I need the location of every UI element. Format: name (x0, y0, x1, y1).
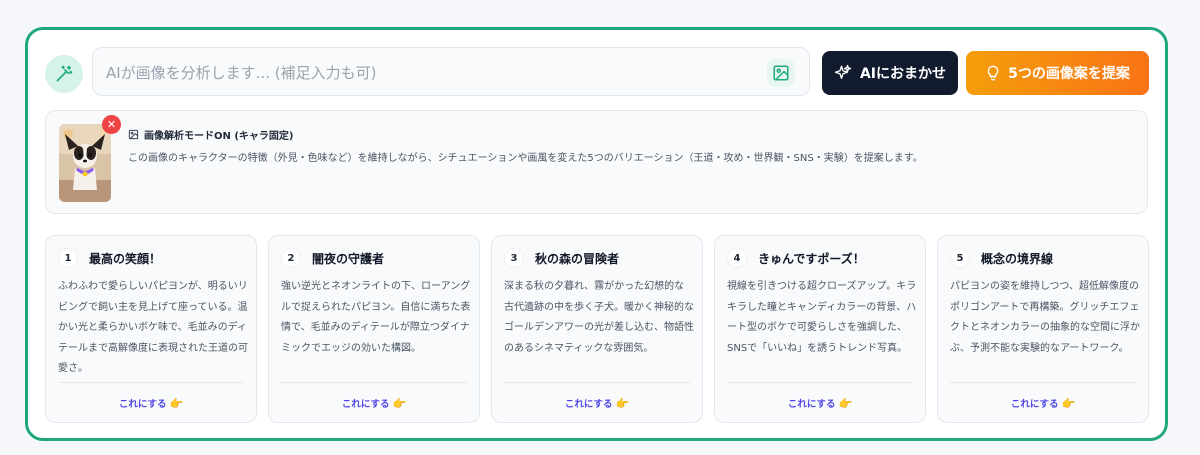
card-title: 概念の境界線 (981, 252, 1054, 266)
image-icon (773, 65, 789, 81)
card-number: 2 (281, 248, 301, 268)
choose-this-button[interactable]: これにする 👉 (492, 396, 702, 410)
suggest-five-button[interactable]: 5つの画像案を提案 (966, 51, 1149, 95)
choose-this-label: これにする (787, 399, 836, 410)
card-description: 深まる秋の夕暮れ、霧がかった幻想的な古代遺跡の中を歩く子犬。暖かく神秘的なゴール… (504, 281, 694, 354)
choose-this-label: これにする (564, 399, 613, 410)
card-title: きゅんですポーズ！ (758, 252, 865, 266)
analysis-mode-title-text: 画像解析モードON (キャラ固定) (144, 131, 294, 142)
image-icon (128, 129, 139, 140)
choose-this-label: これにする (118, 399, 167, 410)
image-analysis-info: ✕ 画像解析モードON (キャラ固定) この画像のキャラクターの特徴（外見・色味… (45, 110, 1148, 214)
card-title: 最高の笑顔！ (89, 252, 162, 266)
image-upload-button[interactable] (767, 59, 795, 87)
choose-this-button[interactable]: これにする 👉 (269, 396, 479, 410)
suggest-five-label: 5つの画像案を提案 (1008, 66, 1130, 82)
search-placeholder: AIが画像を分析します... (補足入力も可) (106, 64, 377, 82)
card-divider (281, 382, 467, 383)
pointing-hand-icon: 👉 (169, 397, 184, 410)
card-number: 4 (727, 248, 747, 268)
card-divider (727, 382, 913, 383)
choose-this-label: これにする (1010, 399, 1059, 410)
ai-auto-label: AIにおまかせ (859, 66, 947, 82)
idea-card[interactable]: 1 最高の笑顔！ ふわふわで愛らしいパピヨンが、明るいリビングで飼い主を見上げて… (45, 235, 257, 423)
card-number: 1 (58, 248, 78, 268)
card-number: 3 (504, 248, 524, 268)
idea-card[interactable]: 5 概念の境界線 パピヨンの姿を維持しつつ、超低解像度のポリゴンアートで再構築。… (937, 235, 1149, 423)
analysis-mode-title: 画像解析モードON (キャラ固定) (128, 127, 294, 142)
choose-this-button[interactable]: これにする 👉 (715, 396, 925, 410)
card-divider (58, 382, 244, 383)
prompt-panel: AIが画像を分析します... (補足入力も可) AIにおまかせ 5つの画像案を提… (25, 27, 1168, 441)
choose-this-button[interactable]: これにする 👉 (938, 396, 1148, 410)
card-description: ふわふわで愛らしいパピヨンが、明るいリビングで飼い主を見上げて座っている。温かい… (58, 281, 248, 374)
card-description: 視線を引きつける超クローズアップ。キラキラした瞳とキャンディカラーの背景、ハート… (727, 281, 917, 354)
card-description: パピヨンの姿を維持しつつ、超低解像度のポリゴンアートで再構築。グリッチエフェクト… (950, 281, 1140, 354)
choose-this-label: これにする (341, 399, 390, 410)
card-divider (950, 382, 1136, 383)
sparkles-icon (834, 64, 852, 79)
card-number: 5 (950, 248, 970, 268)
card-title: 秋の森の冒険者 (535, 252, 620, 266)
idea-card[interactable]: 3 秋の森の冒険者 深まる秋の夕暮れ、霧がかった幻想的な古代遺跡の中を歩く子犬。… (491, 235, 703, 423)
search-input[interactable]: AIが画像を分析します... (補足入力も可) (92, 47, 810, 96)
lightbulb-icon (987, 65, 999, 81)
magic-wand-icon[interactable] (45, 55, 83, 93)
ai-auto-button[interactable]: AIにおまかせ (822, 51, 958, 95)
idea-card[interactable]: 2 闇夜の守護者 強い逆光とネオンライトの下、ローアングルで捉えられたパピヨン。… (268, 235, 480, 423)
card-description: 強い逆光とネオンライトの下、ローアングルで捉えられたパピヨン。自信に満ちた表情で… (281, 281, 471, 354)
pointing-hand-icon: 👉 (392, 397, 407, 410)
pointing-hand-icon: 👉 (615, 397, 630, 410)
pointing-hand-icon: 👉 (1061, 397, 1076, 410)
pointing-hand-icon: 👉 (838, 397, 853, 410)
idea-card[interactable]: 4 きゅんですポーズ！ 視線を引きつける超クローズアップ。キラキラした瞳とキャン… (714, 235, 926, 423)
remove-image-button[interactable]: ✕ (102, 115, 121, 134)
choose-this-button[interactable]: これにする 👉 (46, 396, 256, 410)
card-title: 闇夜の守護者 (312, 252, 385, 266)
analysis-mode-description: この画像のキャラクターの特徴（外見・色味など）を維持しながら、シチュエーションや… (128, 153, 923, 164)
card-divider (504, 382, 690, 383)
uploaded-image-thumbnail (59, 124, 111, 202)
